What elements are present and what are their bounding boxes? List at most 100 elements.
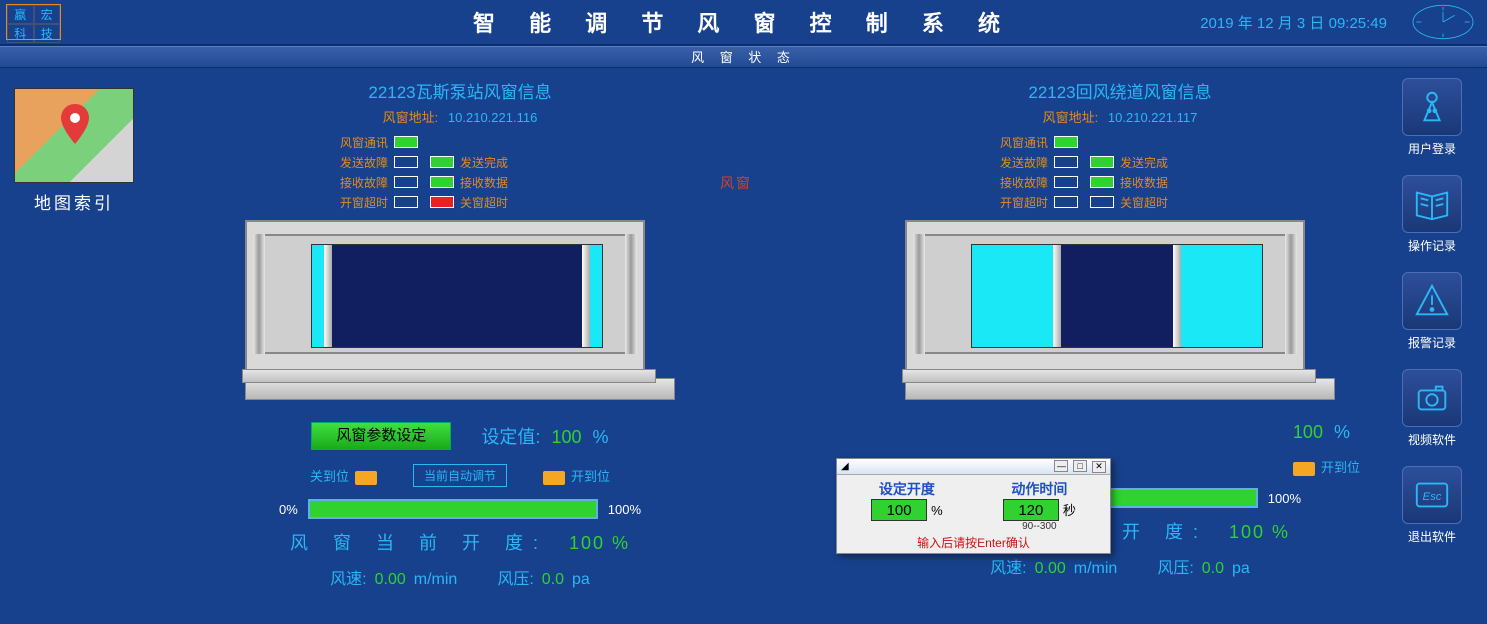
status-indicator <box>430 156 454 168</box>
wind-pressure-display: 风压: 0.0 pa <box>1157 554 1250 578</box>
shutter-handle-left <box>1053 245 1061 347</box>
analog-clock-icon <box>1409 2 1477 42</box>
bar-min-label: 0% <box>279 502 298 517</box>
wind-pressure-display: 风压: 0.0 pa <box>497 565 590 589</box>
dialog-hint: 输入后请按Enter确认 <box>837 534 1110 551</box>
auto-adjust-mode-button[interactable]: 当前自动调节 <box>413 464 507 487</box>
value: 0.0 <box>1202 560 1224 577</box>
shutter-handle-right <box>1173 245 1181 347</box>
status-indicator <box>1090 176 1114 188</box>
app-header: 嬴 宏 科 技 智 能 调 节 风 窗 控 制 系 统 2019 年 12 月 … <box>0 0 1487 46</box>
label: 开到位 <box>1321 460 1360 475</box>
set-opening-dialog[interactable]: ◢ — □ ✕ 设定开度 100% 动作时间 120 秒 90--300 输入后请… <box>836 458 1111 554</box>
panel-title: 22123瓦斯泵站风窗信息 <box>170 78 750 103</box>
shutter-right <box>1181 245 1262 347</box>
dialog-minimize-button[interactable]: — <box>1054 460 1068 472</box>
set-value-unit: % <box>593 427 609 447</box>
status-indicator <box>394 176 418 188</box>
close-position-label: 关到位 <box>310 466 383 485</box>
panel-gas-pump-station: 22123瓦斯泵站风窗信息 风窗地址: 10.210.221.116 风窗通讯 … <box>170 78 750 598</box>
label: 风速: <box>990 560 1026 577</box>
shutter-right <box>590 245 602 347</box>
address-label: 风窗地址: <box>1043 110 1099 125</box>
label: 风压: <box>497 571 533 588</box>
set-value-number: 100 <box>551 427 581 447</box>
value: 0.0 <box>542 571 564 588</box>
wind-speed-display: 风速:0.00m/min <box>990 554 1117 578</box>
status-indicator <box>1054 196 1078 208</box>
status-indicator-grid: 风窗通讯 发送故障发送完成 接收故障接收数据 开窗超时关窗超时 <box>330 132 590 212</box>
label: 风压: <box>1157 560 1193 577</box>
action-time-range: 90--300 <box>1003 521 1076 532</box>
status-indicator <box>1054 176 1078 188</box>
window-diagram <box>905 220 1335 400</box>
book-icon <box>1402 175 1462 233</box>
current-opening-display: 风 窗 当 前 开 度: 100 % <box>170 529 750 555</box>
action-time-input[interactable]: 120 <box>1003 499 1059 521</box>
status-label: 开窗超时 <box>990 194 1048 211</box>
label: 关到位 <box>310 469 349 484</box>
opening-value: 100 <box>569 533 605 553</box>
unit: m/min <box>1074 560 1118 577</box>
wind-speed-display: 风速:0.00m/min <box>330 565 457 589</box>
status-label: 发送完成 <box>1120 154 1178 171</box>
status-indicator <box>394 156 418 168</box>
map-index-button[interactable]: 地图索引 <box>14 88 134 214</box>
value: 0.00 <box>375 571 406 588</box>
address-ip: 10.210.221.116 <box>448 110 537 125</box>
parameter-settings-button[interactable]: 风窗参数设定 <box>311 422 451 450</box>
status-indicator <box>430 196 454 208</box>
dialog-close-button[interactable]: ✕ <box>1092 461 1106 473</box>
shutter-handle-left <box>324 245 332 347</box>
address-label: 风窗地址: <box>383 110 439 125</box>
unit: 秒 <box>1063 503 1076 518</box>
panel-address: 风窗地址: 10.210.221.116 <box>170 107 750 126</box>
status-label: 关窗超时 <box>1120 194 1178 211</box>
shutter-track <box>971 244 1263 348</box>
main-area: 地图索引 风窗 用户登录 操作记录 报警记录 视频软件 Esc 退出软件 221… <box>0 68 1487 624</box>
map-index-label: 地图索引 <box>14 189 134 214</box>
action-time-label: 动作时间 <box>1003 479 1076 499</box>
status-label: 接收故障 <box>990 174 1048 191</box>
unit: pa <box>572 571 590 588</box>
panel-address: 风窗地址: 10.210.221.117 <box>830 107 1410 126</box>
bar-max-label: 100% <box>608 502 641 517</box>
unit: pa <box>1232 560 1250 577</box>
status-indicator <box>430 176 454 188</box>
status-indicator <box>394 196 418 208</box>
dialog-app-icon: ◢ <box>841 461 849 472</box>
comm-label: 风窗通讯 <box>990 134 1048 151</box>
status-indicator-grid: 风窗通讯 发送故障发送完成 接收故障接收数据 开窗超时关窗超时 <box>990 132 1250 212</box>
status-label: 接收数据 <box>460 174 518 191</box>
unit: % <box>931 503 943 518</box>
set-value-number: 100 <box>1293 422 1323 442</box>
set-value-display: 设定值: 100 % <box>481 423 608 449</box>
set-value-label: 设定值: <box>481 427 540 447</box>
dialog-titlebar[interactable]: ◢ — □ ✕ <box>837 459 1110 475</box>
status-indicator <box>1090 156 1114 168</box>
status-label: 开窗超时 <box>330 194 388 211</box>
set-value-display: 100 % <box>1287 422 1350 443</box>
map-thumbnail-icon <box>14 88 134 183</box>
label: 开到位 <box>571 469 610 484</box>
status-label: 关窗超时 <box>460 194 518 211</box>
status-label: 发送故障 <box>990 154 1048 171</box>
datetime-display: 2019 年 12 月 3 日 09:25:49 <box>1200 12 1387 33</box>
set-opening-input[interactable]: 100 <box>871 499 927 521</box>
status-bar: 风 窗 状 态 <box>0 46 1487 68</box>
opening-unit: % <box>612 533 630 553</box>
close-position-indicator <box>355 471 377 485</box>
unit: m/min <box>414 571 458 588</box>
comm-label: 风窗通讯 <box>330 134 388 151</box>
set-opening-label: 设定开度 <box>871 479 943 499</box>
set-value-unit: % <box>1334 422 1350 442</box>
comm-indicator <box>394 136 418 148</box>
shutter-left <box>972 245 1053 347</box>
panel-controls: 风窗参数设定 设定值: 100 % 关到位 当前自动调节 开到位 0% 100%… <box>170 422 750 589</box>
bar-max-label: 100% <box>1268 491 1301 506</box>
status-indicator <box>1054 156 1078 168</box>
panel-title: 22123回风绕道风窗信息 <box>830 78 1410 103</box>
dialog-maximize-button[interactable]: □ <box>1073 460 1087 472</box>
status-label: 发送故障 <box>330 154 388 171</box>
shutter-left <box>312 245 324 347</box>
